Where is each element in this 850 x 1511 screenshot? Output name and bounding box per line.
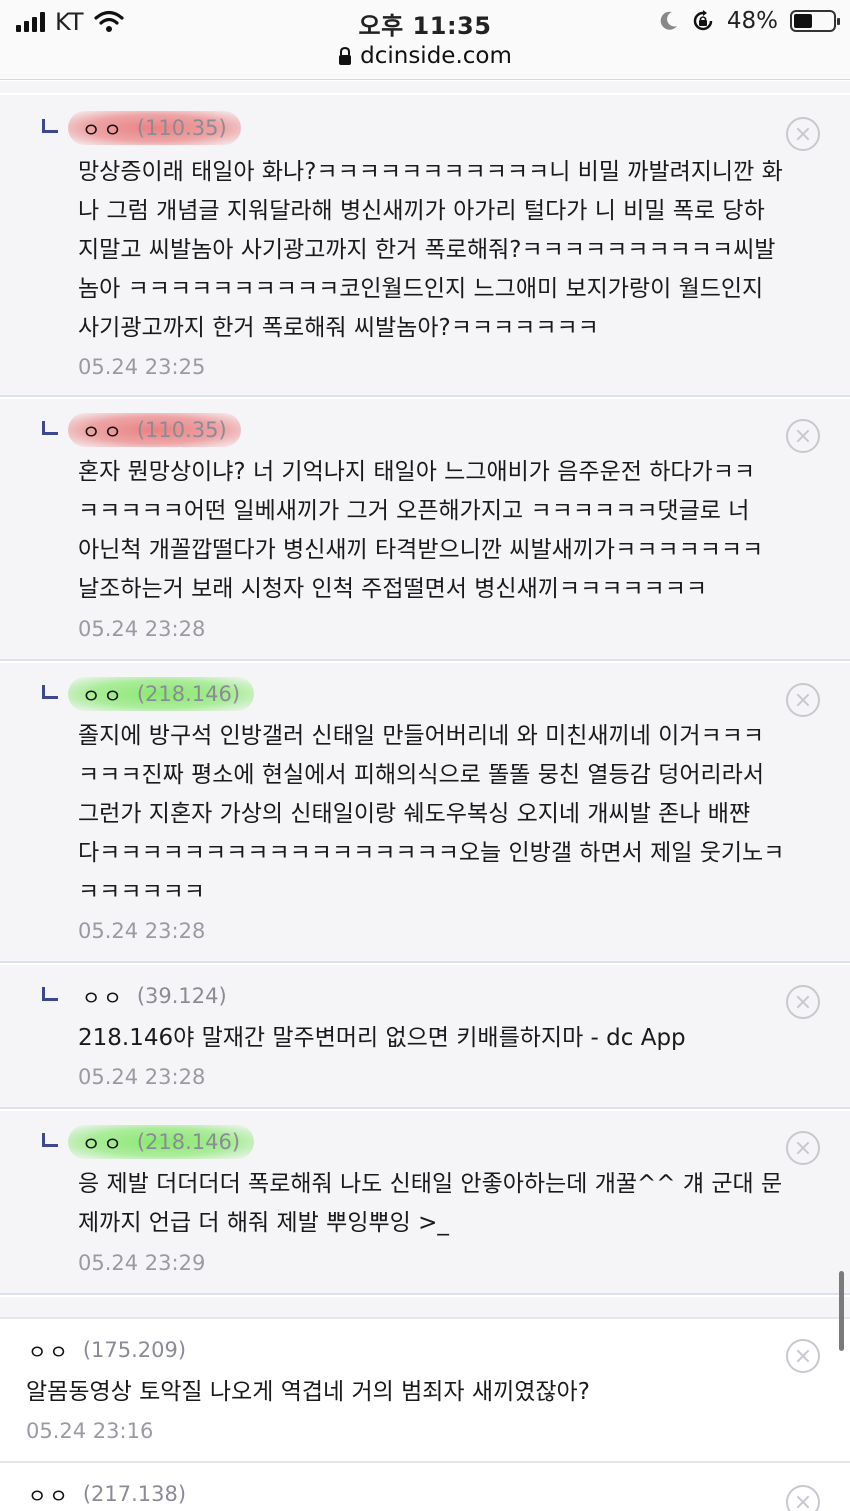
comment-line: ㅋㅋㅋ진짜 평소에 현실에서 피해의식으로 똘똘 뭉친 열등감 덩어리라서 [78, 762, 764, 788]
comment-body: 응 제발 더더더더 폭로해줘 나도 신태일 안좋아하는데 개꿀^^ 걔 군대 문… [78, 1165, 782, 1243]
comment-date: 05.24 23:28 [78, 1065, 206, 1089]
reply-arrow-icon [42, 421, 58, 435]
comment-line: ㅋㅋㅋㅋㅋㅋ [78, 879, 205, 905]
comment-ip: (218.146) [136, 682, 241, 706]
status-bar: KT 오후 11:35 dcinside.com 48% [0, 0, 850, 80]
reply-comment: ㅇㅇ (110.35) 혼자 뭔망상이냐? 너 기억나지 태일아 느그애비가 음… [0, 399, 850, 661]
reply-arrow-icon [42, 1133, 58, 1147]
comment-meta: ㅇㅇ (110.35) [68, 111, 241, 145]
address-bar[interactable]: dcinside.com [0, 43, 850, 69]
reply-arrow-icon [42, 119, 58, 133]
comment-line: ㅋㅋㅋㅋㅋ어떤 일베새끼가 그거 오픈해가지고 ㅋㅋㅋㅋㅋㅋ댓글로 너 [78, 498, 750, 524]
comment-body: 망상증이래 태일아 화나?ㅋㅋㅋㅋㅋㅋㅋㅋㅋㅋㅋ니 비밀 까발려지니깐 화 나 … [78, 153, 783, 348]
reply-block-top [0, 81, 850, 93]
delete-comment-button[interactable] [786, 419, 820, 453]
battery-icon [790, 10, 840, 32]
reply-arrow-icon [42, 987, 58, 1001]
comment-ip: (218.146) [136, 1130, 241, 1154]
delete-comment-button[interactable] [786, 1485, 820, 1511]
highlight-mark: ㅇㅇ (110.35) [68, 413, 241, 447]
comment-list: ㅇㅇ (110.35) 망상증이래 태일아 화나?ㅋㅋㅋㅋㅋㅋㅋㅋㅋㅋㅋ니 비밀… [0, 81, 850, 1511]
comment-date: 05.24 23:28 [78, 617, 206, 641]
rotation-lock-icon [693, 10, 713, 31]
highlight-mark: ㅇㅇ (39.124) [68, 979, 241, 1013]
comment-meta: ㅇㅇ (218.146) [68, 1125, 255, 1159]
comment-line: 놈아 ㅋㅋㅋㅋㅋㅋㅋㅋㅋㅋ코인월드인지 느그애미 보지가랑이 월드인지 [78, 276, 764, 302]
comment-body: 알몸동영상 토악질 나오게 역겹네 거의 범죄자 새끼였잖아? [26, 1373, 590, 1412]
comment-nickname[interactable]: ㅇㅇ [74, 114, 133, 143]
comment-body: 졸지에 방구석 인방갤러 신태일 만들어버리네 와 미친새끼네 이거ㅋㅋㅋ ㅋㅋ… [78, 717, 784, 912]
comment-nickname[interactable]: ㅇㅇ [20, 1480, 79, 1509]
comment-ip: (39.124) [136, 984, 227, 1008]
comment-line: 나 그럼 개념글 지워달라해 병신새끼가 아가리 털다가 니 비밀 폭로 당하 [78, 198, 765, 224]
delete-comment-button[interactable] [786, 985, 820, 1019]
comment-line: 날조하는거 보래 시청자 인척 주접떨면서 병신새끼ㅋㅋㅋㅋㅋㅋㅋ [78, 576, 708, 602]
comment-line: 218.146야 말재간 말주변머리 없으면 키배를하지마 - dc App [78, 1025, 686, 1051]
moon-icon [660, 11, 677, 30]
reply-comment: ㅇㅇ (218.146) 응 제발 더더더더 폭로해줘 나도 신태일 안좋아하는… [0, 1111, 850, 1295]
url-text[interactable]: dcinside.com [360, 43, 512, 69]
comment-line: 응 제발 더더더더 폭로해줘 나도 신태일 안좋아하는데 개꿀^^ 걔 군대 문 [78, 1171, 783, 1197]
delete-comment-button[interactable] [786, 683, 820, 717]
comment-line: 지말고 씨발놈아 사기광고까지 한거 폭로해줘?ㅋㅋㅋㅋㅋㅋㅋㅋㅋㅋ씨발 [78, 237, 776, 263]
reply-comment: ㅇㅇ (110.35) 망상증이래 태일아 화나?ㅋㅋㅋㅋㅋㅋㅋㅋㅋㅋㅋ니 비밀… [0, 95, 850, 397]
comment-ip: (175.209) [82, 1338, 187, 1362]
comment-ip: (110.35) [136, 116, 227, 140]
comment-meta: ㅇㅇ (110.35) [68, 413, 241, 447]
reply-arrow-icon [42, 685, 58, 699]
reply-comment: ㅇㅇ (218.146) 졸지에 방구석 인방갤러 신태일 만들어버리네 와 미… [0, 663, 850, 963]
comment: ㅇㅇ (175.209) 알몸동영상 토악질 나오게 역겹네 거의 범죄자 새끼… [0, 1317, 850, 1463]
battery-percent: 48% [726, 8, 778, 34]
comment-line: 망상증이래 태일아 화나?ㅋㅋㅋㅋㅋㅋㅋㅋㅋㅋㅋ니 비밀 까발려지니깐 화 [78, 159, 783, 185]
delete-comment-button[interactable] [786, 1131, 820, 1165]
status-right: 48% [659, 8, 840, 34]
comment-meta: ㅇㅇ (217.138) [20, 1477, 194, 1511]
comment-line: 그런가 지혼자 가상의 신태일이랑 쉐도우복싱 오지네 개씨발 존나 배쨘 [78, 801, 751, 827]
comment-nickname[interactable]: ㅇㅇ [74, 1128, 133, 1157]
highlight-mark: ㅇㅇ (218.146) [68, 677, 255, 711]
comment: ㅇㅇ (217.138) [0, 1465, 850, 1511]
comment-meta: ㅇㅇ (218.146) [68, 677, 255, 711]
comment-line: 졸지에 방구석 인방갤러 신태일 만들어버리네 와 미친새끼네 이거ㅋㅋㅋ [78, 723, 764, 749]
comment-line: 제까지 언급 더 해줘 제발 뿌잉뿌잉 >_ [78, 1210, 449, 1236]
scrollbar[interactable] [839, 1271, 844, 1351]
comment-nickname[interactable]: ㅇㅇ [20, 1336, 79, 1365]
highlight-mark: ㅇㅇ (110.35) [68, 111, 241, 145]
reply-comment: ㅇㅇ (39.124) 218.146야 말재간 말주변머리 없으면 키배를하지… [0, 965, 850, 1109]
delete-comment-button[interactable] [786, 1339, 820, 1373]
comment-date: 05.24 23:25 [78, 355, 206, 379]
comment-line: 다ㅋㅋㅋㅋㅋㅋㅋㅋㅋㅋㅋㅋㅋㅋㅋㅋㅋ오늘 인방갤 하면서 제일 웃기노ㅋ [78, 840, 785, 866]
lock-icon [339, 47, 352, 65]
comment-line: 혼자 뭔망상이냐? 너 기억나지 태일아 느그애비가 음주운전 하다가ㅋㅋ [78, 459, 756, 485]
comment-body: 혼자 뭔망상이냐? 너 기억나지 태일아 느그애비가 음주운전 하다가ㅋㅋ ㅋㅋ… [78, 453, 763, 609]
comment-ip: (217.138) [82, 1482, 187, 1506]
highlight-mark: ㅇㅇ (218.146) [68, 1125, 255, 1159]
comment-nickname[interactable]: ㅇㅇ [74, 982, 133, 1011]
comment-ip: (110.35) [136, 418, 227, 442]
delete-comment-button[interactable] [786, 117, 820, 151]
comment-nickname[interactable]: ㅇㅇ [74, 680, 133, 709]
comment-body: 218.146야 말재간 말주변머리 없으면 키배를하지마 - dc App [78, 1019, 686, 1058]
comment-meta: ㅇㅇ (175.209) [20, 1333, 194, 1367]
battery-fill [794, 14, 813, 28]
comment-date: 05.24 23:29 [78, 1251, 206, 1275]
comment-line: 알몸동영상 토악질 나오게 역겹네 거의 범죄자 새끼였잖아? [26, 1379, 590, 1405]
comment-date: 05.24 23:28 [78, 919, 206, 943]
comment-date: 05.24 23:16 [26, 1419, 154, 1443]
comment-meta: ㅇㅇ (39.124) [68, 979, 241, 1013]
reply-block-bottom [0, 1297, 850, 1317]
comment-nickname[interactable]: ㅇㅇ [74, 416, 133, 445]
comment-line: 아닌척 개꼴깝떨다가 병신새끼 타격받으니깐 씨발새끼가ㅋㅋㅋㅋㅋㅋㅋ [78, 537, 764, 563]
comment-line: 사기광고까지 한거 폭로해줘 씨발놈아?ㅋㅋㅋㅋㅋㅋㅋ [78, 315, 599, 341]
